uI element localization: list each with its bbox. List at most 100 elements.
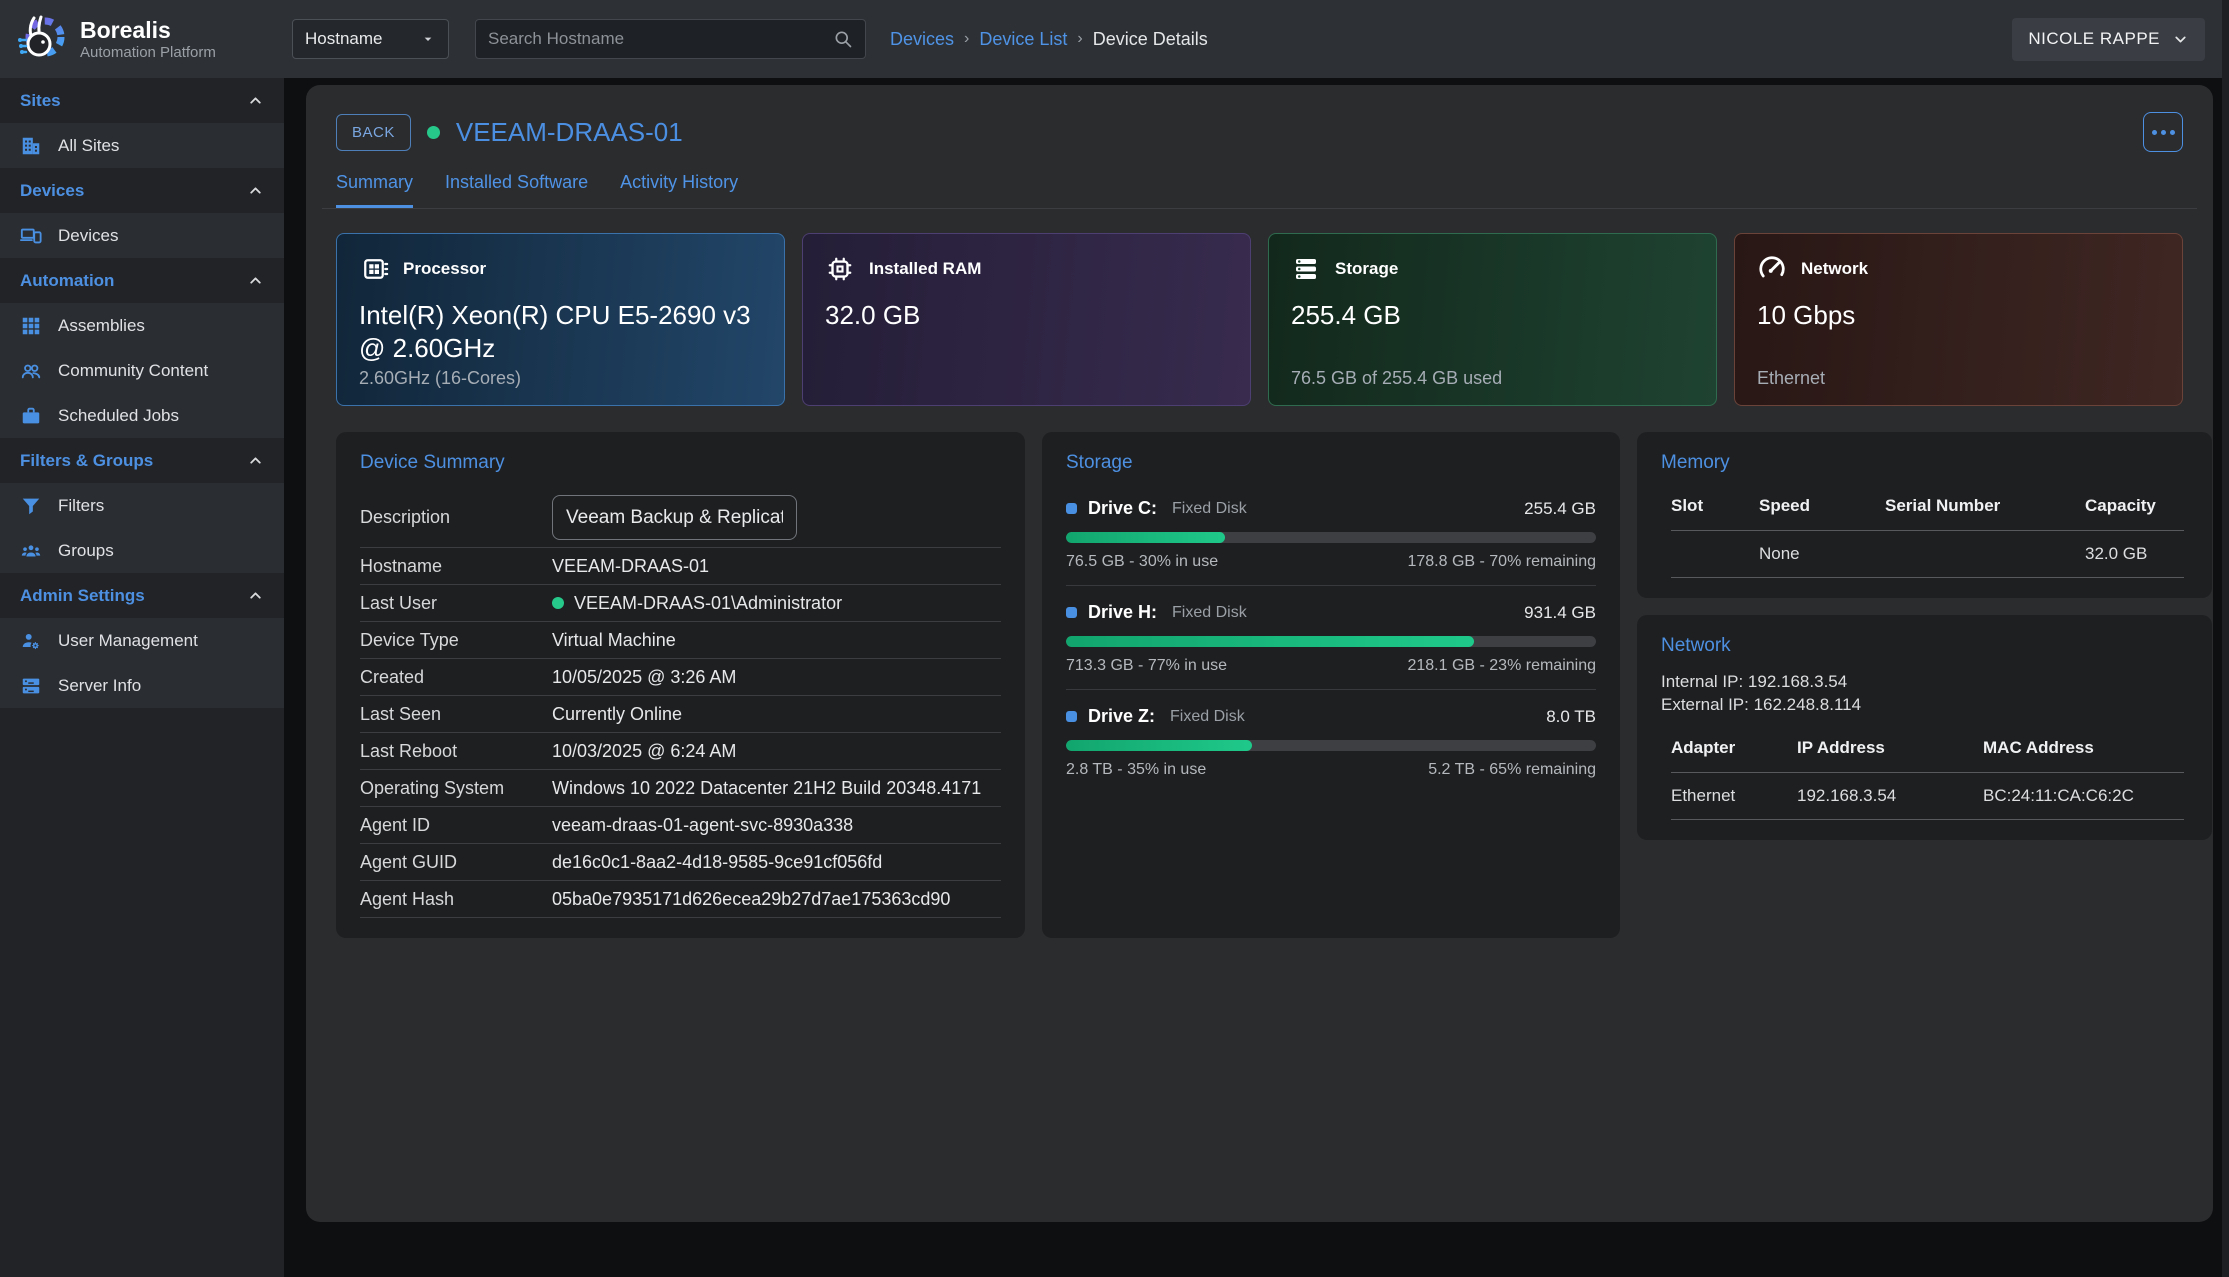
network-value: 10 Gbps [1757,299,2160,332]
search-input[interactable] [488,29,833,49]
sidebar-item-server-info[interactable]: Server Info [0,663,284,708]
sidebar-section-sites[interactable]: Sites [0,78,284,123]
section-label: Admin Settings [20,586,145,606]
sidebar-item-label: Devices [58,226,118,246]
storage-value: 255.4 GB [1291,299,1694,332]
chevron-down-icon [2172,31,2189,48]
memory-speed-cell: None [1759,530,1885,578]
sidebar-item-user-management[interactable]: User Management [0,618,284,663]
borealis-rabbit-logo [14,12,68,66]
sidebar-section-automation[interactable]: Automation [0,258,284,303]
sidebar-item-filters[interactable]: Filters [0,483,284,528]
funnel-icon [20,495,42,517]
main-content: BACK VEEAM-DRAAS-01 Summary Installed So… [284,78,2229,1277]
drive-bullet-icon [1066,607,1077,618]
brand: Borealis Automation Platform [0,12,284,66]
breadcrumb-device-list[interactable]: Device List [979,29,1067,50]
network-adapter-table: Adapter IP Address MAC Address Ethernet … [1661,732,2188,820]
sidebar-item-all-sites[interactable]: All Sites [0,123,284,168]
brand-tagline: Automation Platform [80,44,216,61]
breadcrumb-separator: › [964,30,969,48]
summary-row-description: Description [360,488,1001,548]
summary-row-agent-id: Agent ID veeam-draas-01-agent-svc-8930a3… [360,807,1001,844]
processor-value: Intel(R) Xeon(R) CPU E5-2690 v3 @ 2.60GH… [359,299,762,364]
right-panels-column: Memory Slot Speed Serial Number Capacity… [1637,432,2212,840]
sidebar-item-label: Community Content [58,361,208,381]
tab-activity-history[interactable]: Activity History [620,172,738,208]
ram-value: 32.0 GB [825,299,1228,332]
drive-usage-bar [1066,636,1596,647]
internal-ip-text: Internal IP: 192.168.3.54 [1661,670,2188,693]
drive-bullet-icon [1066,503,1077,514]
sidebar-item-scheduled-jobs[interactable]: Scheduled Jobs [0,393,284,438]
hostname-filter-value: Hostname [305,29,382,49]
memory-serial-cell [1885,530,2085,578]
description-input[interactable] [552,495,797,540]
grid-icon [20,315,42,337]
sidebar-section-filters-groups[interactable]: Filters & Groups [0,438,284,483]
drive-remaining-text: 5.2 TB - 65% remaining [1428,761,1596,779]
network-subtext: Ethernet [1757,368,1825,389]
memory-table: Slot Speed Serial Number Capacity None 3… [1661,490,2188,578]
groups-icon [20,540,42,562]
device-summary-table: Description Hostname VEEAM-DRAAS-01 Last… [360,488,1001,918]
summary-row-agent-hash: Agent Hash 05ba0e7935171d626ecea29b27d7a… [360,881,1001,918]
processor-subtext: 2.60GHz (16-Cores) [359,368,521,389]
card-label: Storage [1335,259,1398,279]
back-button[interactable]: BACK [336,114,411,151]
drive-usage-bar [1066,532,1596,543]
search-box[interactable] [475,19,866,59]
sidebar-item-community-content[interactable]: Community Content [0,348,284,393]
sidebar-item-devices[interactable]: Devices [0,213,284,258]
network-card: Network 10 Gbps Ethernet [1734,233,2183,406]
user-menu-button[interactable]: NICOLE RAPPE [2012,18,2205,61]
device-name-title: VEEAM-DRAAS-01 [456,117,683,148]
ellipsis-icon [2152,130,2157,135]
network-panel: Network Internal IP: 192.168.3.54 Extern… [1637,615,2212,840]
summary-row-last-seen: Last Seen Currently Online [360,696,1001,733]
sidebar-item-label: All Sites [58,136,119,156]
sidebar-item-label: Server Info [58,676,141,696]
sidebar-section-devices[interactable]: Devices [0,168,284,213]
summary-row-last-user: Last User VEEAM-DRAAS-01\Administrator [360,585,1001,622]
tab-installed-software[interactable]: Installed Software [445,172,588,208]
sidebar-item-label: Assemblies [58,316,145,336]
building-icon [20,135,42,157]
section-label: Filters & Groups [20,451,153,471]
drive-bullet-icon [1066,711,1077,722]
tab-summary[interactable]: Summary [336,172,413,208]
section-label: Automation [20,271,114,291]
sidebar-item-label: Scheduled Jobs [58,406,179,426]
section-label: Sites [20,91,61,111]
drive-usage-bar [1066,740,1596,751]
storage-subtext: 76.5 GB of 255.4 GB used [1291,368,1502,389]
memory-panel-title: Memory [1661,452,2188,474]
sidebar: Sites All Sites Devices Devices Automati… [0,78,284,1277]
card-label: Network [1801,259,1868,279]
memory-panel: Memory Slot Speed Serial Number Capacity… [1637,432,2212,598]
chevron-up-icon [247,92,264,109]
breadcrumb-devices[interactable]: Devices [890,29,954,50]
memory-slot-cell [1671,530,1759,578]
sidebar-item-label: Filters [58,496,104,516]
server-stack-icon [1291,254,1321,284]
device-header: BACK VEEAM-DRAAS-01 [322,102,2197,152]
section-label: Devices [20,181,84,201]
search-icon[interactable] [833,29,853,49]
summary-row-operating-system: Operating System Windows 10 2022 Datacen… [360,770,1001,807]
sidebar-section-admin-settings[interactable]: Admin Settings [0,573,284,618]
user-name: NICOLE RAPPE [2028,29,2160,49]
sidebar-item-groups[interactable]: Groups [0,528,284,573]
device-tabs: Summary Installed Software Activity Hist… [322,172,2197,209]
page-scrollbar[interactable] [2222,0,2229,1277]
online-status-dot [427,126,440,139]
ram-chip-icon [825,254,855,284]
drive-used-text: 713.3 GB - 77% in use [1066,657,1227,675]
more-options-button[interactable] [2143,112,2183,152]
hostname-filter-select[interactable]: Hostname [292,19,449,59]
installed-ram-card: Installed RAM 32.0 GB [802,233,1251,406]
speed-gauge-icon [1757,254,1787,284]
people-icon [20,360,42,382]
sidebar-item-assemblies[interactable]: Assemblies [0,303,284,348]
drive-row-z: Drive Z: Fixed Disk 8.0 TB 2.8 TB - 35% … [1066,689,1596,793]
